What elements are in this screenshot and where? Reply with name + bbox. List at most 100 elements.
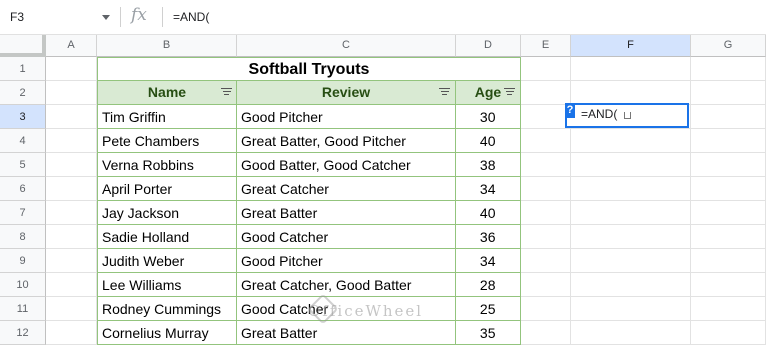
grid-cell[interactable] [691, 153, 766, 177]
table-cell[interactable]: 35 [456, 321, 521, 345]
table-cell[interactable]: 38 [456, 153, 521, 177]
grid-cell[interactable] [521, 321, 571, 345]
column-header-f[interactable]: F [571, 35, 691, 57]
grid-cell[interactable] [521, 153, 571, 177]
grid-cell[interactable] [691, 273, 766, 297]
table-cell[interactable]: April Porter [97, 177, 237, 201]
table-header-name[interactable]: Name [97, 81, 237, 105]
row-header-11[interactable]: 11 [0, 297, 46, 321]
table-cell[interactable]: 25 [456, 297, 521, 321]
grid-cell[interactable] [521, 225, 571, 249]
table-cell[interactable]: Jay Jackson [97, 201, 237, 225]
column-header-b[interactable]: B [97, 35, 237, 57]
grid-cell[interactable] [46, 297, 97, 321]
grid-cell[interactable] [691, 201, 766, 225]
table-cell[interactable]: Great Catcher, Good Batter [237, 273, 456, 297]
table-cell[interactable]: 40 [456, 129, 521, 153]
grid-cell[interactable] [46, 129, 97, 153]
row-header-10[interactable]: 10 [0, 273, 46, 297]
table-cell[interactable]: Good Batter, Good Catcher [237, 153, 456, 177]
grid-cell[interactable] [46, 153, 97, 177]
table-cell[interactable]: Good Pitcher [237, 105, 456, 129]
filter-icon[interactable] [504, 88, 515, 97]
row-header-7[interactable]: 7 [0, 201, 46, 225]
table-header-review[interactable]: Review [237, 81, 456, 105]
grid-cell[interactable] [46, 273, 97, 297]
grid-cell[interactable] [521, 297, 571, 321]
grid-cell[interactable] [571, 153, 691, 177]
row-header-12[interactable]: 12 [0, 321, 46, 345]
column-header-a[interactable]: A [46, 35, 97, 57]
grid-cell[interactable] [571, 57, 691, 81]
table-cell[interactable]: Good Catcher [237, 225, 456, 249]
table-cell[interactable]: Cornelius Murray [97, 321, 237, 345]
grid-cell[interactable] [691, 57, 766, 81]
grid-cell[interactable] [691, 105, 766, 129]
table-cell[interactable]: 34 [456, 177, 521, 201]
grid-cell[interactable] [571, 225, 691, 249]
grid-cell[interactable] [571, 177, 691, 201]
grid-cell[interactable] [521, 105, 571, 129]
row-header-6[interactable]: 6 [0, 177, 46, 201]
grid-cell[interactable] [571, 273, 691, 297]
table-cell[interactable]: 40 [456, 201, 521, 225]
grid-cell[interactable] [46, 105, 97, 129]
grid-cell[interactable] [521, 249, 571, 273]
table-cell[interactable]: Rodney Cummings [97, 297, 237, 321]
grid-cell[interactable] [46, 249, 97, 273]
row-header-1[interactable]: 1 [0, 57, 46, 81]
grid-cell[interactable] [691, 321, 766, 345]
grid-cell[interactable] [691, 129, 766, 153]
grid-cell[interactable] [521, 81, 571, 105]
name-box[interactable]: F3 [0, 0, 120, 34]
row-header-2[interactable]: 2 [0, 81, 46, 105]
grid-cell[interactable] [571, 129, 691, 153]
table-cell[interactable]: Judith Weber [97, 249, 237, 273]
table-cell[interactable]: Tim Griffin [97, 105, 237, 129]
chevron-down-icon[interactable] [102, 15, 110, 20]
grid-cell[interactable] [46, 177, 97, 201]
row-header-3[interactable]: 3 [0, 105, 46, 129]
grid-cell[interactable] [691, 297, 766, 321]
grid-cell[interactable] [521, 57, 571, 81]
table-header-age[interactable]: Age [456, 81, 521, 105]
table-cell[interactable]: Great Catcher [237, 177, 456, 201]
table-cell[interactable]: Verna Robbins [97, 153, 237, 177]
table-cell[interactable]: Pete Chambers [97, 129, 237, 153]
grid-cell[interactable] [521, 177, 571, 201]
table-cell[interactable]: Sadie Holland [97, 225, 237, 249]
active-cell-value[interactable]: =AND( [581, 107, 617, 121]
column-header-e[interactable]: E [521, 35, 571, 57]
grid-cell[interactable] [521, 129, 571, 153]
column-header-c[interactable]: C [237, 35, 456, 57]
filter-icon[interactable] [439, 88, 450, 97]
formula-help-icon[interactable]: ? [565, 103, 575, 118]
formula-input[interactable]: =AND( [173, 10, 209, 24]
grid-cell[interactable] [571, 249, 691, 273]
grid-cell[interactable] [571, 201, 691, 225]
select-all-corner[interactable] [0, 35, 46, 57]
table-cell[interactable]: Lee Williams [97, 273, 237, 297]
row-header-9[interactable]: 9 [0, 249, 46, 273]
grid-cell[interactable] [571, 297, 691, 321]
row-header-8[interactable]: 8 [0, 225, 46, 249]
grid-cell[interactable] [46, 321, 97, 345]
grid-cell[interactable] [46, 225, 97, 249]
table-cell[interactable]: Great Batter [237, 321, 456, 345]
filter-icon[interactable] [221, 88, 232, 97]
grid-cell[interactable] [691, 249, 766, 273]
table-cell[interactable]: 34 [456, 249, 521, 273]
row-header-4[interactable]: 4 [0, 129, 46, 153]
table-cell[interactable]: Good Pitcher [237, 249, 456, 273]
grid-cell[interactable] [571, 81, 691, 105]
grid-cell[interactable] [691, 177, 766, 201]
column-header-g[interactable]: G [691, 35, 766, 57]
grid-cell[interactable] [46, 81, 97, 105]
row-header-5[interactable]: 5 [0, 153, 46, 177]
grid-cell[interactable] [521, 273, 571, 297]
table-cell[interactable]: Great Batter [237, 201, 456, 225]
table-cell[interactable]: 28 [456, 273, 521, 297]
grid-cell[interactable] [571, 321, 691, 345]
column-header-d[interactable]: D [456, 35, 521, 57]
grid-cell[interactable] [46, 57, 97, 81]
